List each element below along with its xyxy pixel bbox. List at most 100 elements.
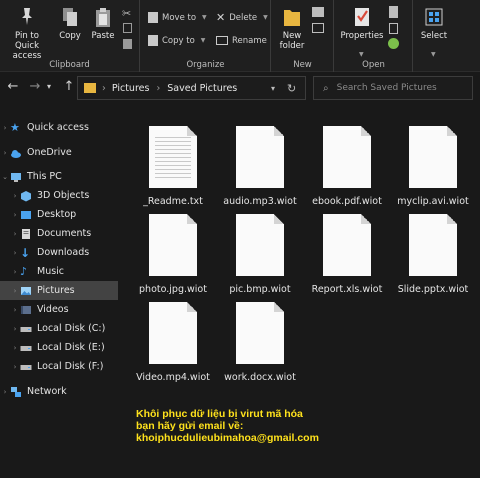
expand-chevron-icon[interactable]: › [10,249,20,257]
cut-icon[interactable]: ✂ [122,7,131,20]
blank-file-icon [236,302,284,364]
move-to-button[interactable]: Move to ▼ [148,11,207,24]
file-item[interactable]: myclip.avi.wiot [390,126,476,207]
ransom-note: Khôi phục dữ liệu bị virut mã hóa bạn hã… [136,408,319,444]
select-button[interactable]: Select ▼ [418,6,450,58]
copy-to-button[interactable]: Copy to ▼ [148,34,205,47]
star-icon: ★ [10,120,20,134]
nav-item-local-disk-c[interactable]: › Local Disk (C:) [0,319,118,338]
file-name: Video.mp4.wiot [136,372,210,383]
new-item-icon[interactable] [312,7,324,17]
properties-label: Properties [340,31,384,41]
expand-chevron-icon[interactable]: › [10,344,20,352]
nav-item-documents[interactable]: › Documents [0,224,118,243]
address-dropdown-chevron-icon[interactable]: ▾ [271,84,275,93]
collapse-chevron-icon[interactable]: ⌄ [0,173,10,181]
expand-chevron-icon[interactable]: › [0,124,10,132]
nav-item-videos[interactable]: › Videos [0,300,118,319]
music-icon: ♪ [20,264,28,278]
blank-file-icon [409,214,457,276]
copy-button[interactable]: Copy [56,6,84,41]
easy-access-icon[interactable] [312,23,324,33]
address-segment-saved-pictures[interactable]: Saved Pictures [167,83,237,94]
file-item[interactable]: Video.mp4.wiot [130,302,216,383]
expand-chevron-icon[interactable]: › [0,388,10,396]
new-group-label: New [293,60,312,70]
file-item[interactable]: _Readme.txt [130,126,216,207]
ransom-note-email: khoiphucdulieubimahoa@gmail.com [136,432,319,444]
history-icon[interactable] [388,38,399,49]
forward-arrow-icon[interactable]: → [27,79,43,95]
download-icon: ↓ [20,245,31,260]
file-item[interactable]: ebook.pdf.wiot [304,126,390,207]
nav-item-3d-objects[interactable]: › 3D Objects [0,186,118,205]
expand-chevron-icon[interactable]: › [0,149,10,157]
file-item[interactable]: photo.jpg.wiot [130,214,216,295]
rename-icon [216,36,228,45]
select-group: Select ▼ [414,0,454,72]
nav-item-pictures[interactable]: › Pictures [0,281,118,300]
move-to-label: Move to [162,12,197,23]
nav-item-local-disk-f[interactable]: › Local Disk (F:) [0,357,118,376]
new-folder-label-2: folder [279,41,305,51]
properties-button[interactable]: Properties ▼ [339,6,385,58]
expand-chevron-icon[interactable]: › [10,268,20,276]
properties-icon [352,6,372,28]
properties-chevron-icon: ▼ [359,51,364,58]
file-item[interactable]: audio.mp3.wiot [217,126,303,207]
refresh-icon[interactable]: ↻ [287,82,296,95]
nav-item-this-pc[interactable]: ⌄ This PC [0,167,118,186]
address-bar[interactable]: › Pictures › Saved Pictures ▾ ↻ [77,76,306,100]
paste-icon [93,6,113,28]
file-item[interactable]: pic.bmp.wiot [217,214,303,295]
paste-button[interactable]: Paste [89,6,117,41]
address-folder-icon [84,83,96,93]
copy-to-chevron-icon: ▼ [200,37,206,44]
nav-item-network[interactable]: › Network [0,382,118,401]
expand-chevron-icon[interactable]: › [10,192,20,200]
expand-chevron-icon[interactable]: › [10,363,20,371]
expand-chevron-icon[interactable]: › [10,306,20,314]
up-arrow-icon[interactable]: ↑ [61,79,77,95]
file-name: Slide.pptx.wiot [397,284,469,295]
file-name: audio.mp3.wiot [223,196,297,207]
address-segment-pictures[interactable]: Pictures [112,83,150,94]
pin-to-quick-access-button[interactable]: Pin to Quick access [2,6,52,61]
pin-icon [17,6,37,28]
nav-item-label: Downloads [37,247,90,258]
recent-locations-chevron-icon[interactable]: ▾ [44,79,54,95]
expand-chevron-icon[interactable]: › [10,325,20,333]
file-name: ebook.pdf.wiot [312,196,382,207]
open-icon[interactable] [389,6,398,18]
back-arrow-icon[interactable]: ← [5,79,21,95]
blank-file-icon [236,126,284,188]
delete-button[interactable]: ✕ Delete ▼ [216,11,268,24]
blank-file-icon [409,126,457,188]
expand-chevron-icon[interactable]: › [10,230,20,238]
copy-path-icon[interactable] [123,23,132,33]
search-input[interactable] [336,83,467,93]
nav-item-quick-access[interactable]: › ★ Quick access [0,118,118,137]
nav-item-label: Documents [37,228,92,239]
delete-chevron-icon: ▼ [263,14,268,21]
nav-item-desktop[interactable]: › Desktop [0,205,118,224]
nav-item-label: Pictures [37,285,75,296]
nav-item-local-disk-e[interactable]: › Local Disk (E:) [0,338,118,357]
rename-button[interactable]: Rename [216,34,267,47]
paste-shortcut-icon[interactable] [123,39,132,49]
nav-item-music[interactable]: › ♪ Music [0,262,118,281]
expand-chevron-icon[interactable]: › [10,287,20,295]
organize-group-label: Organize [186,60,225,70]
move-to-chevron-icon: ▼ [202,14,207,21]
nav-item-downloads[interactable]: › ↓ Downloads [0,243,118,262]
file-item[interactable]: work.docx.wiot [217,302,303,383]
nav-item-onedrive[interactable]: › OneDrive [0,143,118,162]
file-item[interactable]: Slide.pptx.wiot [390,214,476,295]
expand-chevron-icon[interactable]: › [10,211,20,219]
new-folder-button[interactable]: New folder [276,6,308,51]
edit-icon[interactable] [389,23,398,34]
search-box[interactable]: ⌕ [313,76,473,100]
folder-icon [282,6,302,28]
nav-item-label: Desktop [37,209,77,220]
file-item[interactable]: Report.xls.wiot [304,214,390,295]
